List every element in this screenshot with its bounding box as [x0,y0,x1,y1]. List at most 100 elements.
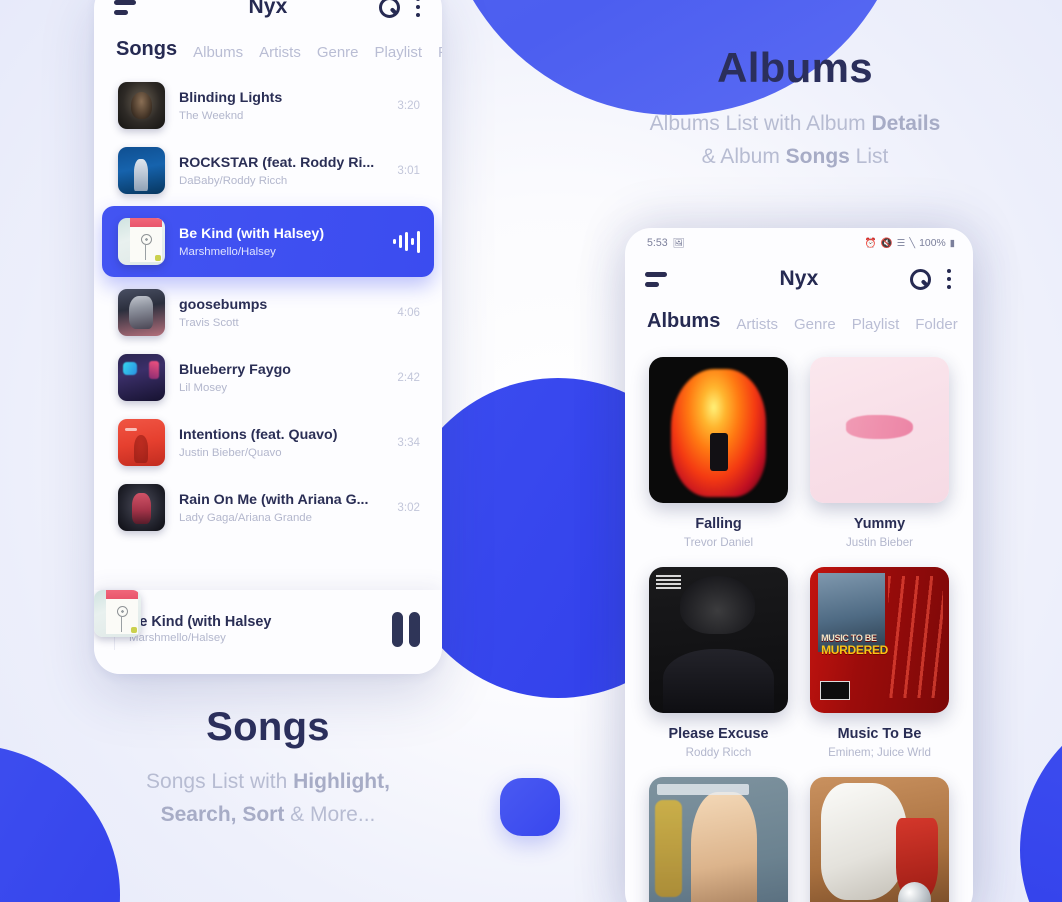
song-artwork [118,147,165,194]
kebab-menu-icon[interactable] [414,0,423,19]
song-artist: DaBaby/Roddy Ricch [179,174,288,187]
songs-appbar: Nyx [94,0,442,32]
song-artist: Justin Bieber/Quavo [179,446,282,459]
album-artist: Justin Bieber [845,536,914,549]
album-artwork-graphic [118,147,165,194]
song-duration: 3:02 [397,501,420,514]
song-duration: 3:34 [397,436,420,449]
caption-emphasis: Songs [785,144,850,168]
album-artwork-graphic [810,357,949,503]
decorative-rounded-square [500,778,560,836]
status-time: 5:53 [647,237,668,249]
pause-icon[interactable] [392,611,420,647]
caption-text: Albums List with Album [649,112,872,135]
album-card[interactable]: Please Excuse Roddy Ricch [649,567,788,759]
album-artwork-graphic [118,82,165,129]
album-card[interactable]: Falling Trevor Daniel [649,357,788,549]
now-playing-artist: Marshmello/Halsey [129,632,226,644]
albums-tab-bar[interactable]: AlbumsArtistsGenrePlaylistFolderI [625,304,973,343]
now-playing-bar[interactable]: Be Kind (with Halsey Marshmello/Halsey [94,590,442,674]
songs-caption-title: Songs [206,705,330,749]
album-artwork: MUSIC TO BE MURDERED [810,567,949,713]
song-title: Intentions (feat. Quavo) [179,427,338,444]
now-playing-title: Be Kind (with Halsey [129,614,272,630]
song-artwork [118,484,165,531]
album-card[interactable] [649,777,788,902]
albums-caption-title: Albums [717,44,873,91]
song-artist: Travis Scott [179,316,239,329]
album-artwork [649,567,788,713]
song-artist: Lil Mosey [179,381,228,394]
album-artwork-graphic [649,777,788,902]
kebab-menu-icon[interactable] [945,267,954,292]
album-artist: Roddy Ricch [685,746,752,759]
battery-icon: ▮ [949,237,955,249]
album-card[interactable]: MUSIC TO BE MURDERED Music To Be Eminem; Ju… [810,567,949,759]
album-artwork-graphic: MUSIC TO BE MURDERED [810,567,949,713]
songs-appbar-actions [378,0,423,19]
song-title: Be Kind (with Halsey) [179,226,325,243]
song-artwork [118,82,165,129]
song-row[interactable]: Blueberry Faygo Lil Mosey 2:42 [102,345,434,410]
wifi-icon: ☰ [896,237,906,249]
song-row[interactable]: Blinding Lights The Weeknd 3:20 [102,73,434,138]
tab-playlist[interactable]: Playlist [375,44,423,61]
equalizer-icon [392,230,420,253]
album-artwork [810,777,949,902]
caption-text: Songs List with [146,770,294,793]
album-artwork-graphic [118,484,165,531]
caption-emphasis: Highlight, [293,770,390,793]
song-artwork [118,419,165,466]
albums-phone-mockup: 5:53 🖼 ⏰ 🔇 ☰ ╲ 100% ▮ Nyx Albums Artists… [625,228,973,902]
disco-ball-graphic [897,882,931,902]
song-row[interactable]: Be Kind (with Halsey) Marshmello/Halsey [102,206,434,277]
song-meta: Rain On Me (with Ariana G... Lady Gaga/Ar… [179,491,376,523]
album-artwork [810,357,949,503]
album-artwork-graphic [649,567,788,713]
album-name: Music To Be [837,726,922,742]
search-icon[interactable] [909,269,931,290]
songs-phone-mockup: Nyx Songs Albums Artists Genre Playlist F Bli… [94,0,442,674]
songs-list[interactable]: Blinding Lights The Weeknd 3:20 ROCKSTAR (f… [94,71,442,540]
song-artist: The Weeknd [179,109,244,122]
album-card[interactable]: Yummy Justin Bieber [810,357,949,549]
parental-advisory-icon [655,572,681,589]
song-title: goosebumps [179,297,268,314]
album-artwork-graphic [118,289,165,336]
album-artwork-graphic [118,218,165,265]
tab-playlist[interactable]: Playlist [852,316,900,333]
song-meta: Blueberry Faygo Lil Mosey [179,361,376,393]
albums-caption: Albums Albums List with Album Details & … [600,44,990,173]
album-artwork-graphic [649,357,788,503]
album-name: Please Excuse [668,726,769,742]
tab-f[interactable]: F [438,44,442,61]
song-meta: Intentions (feat. Quavo) Justin Bieber/Qu… [179,426,376,458]
tab-songs[interactable]: Songs [116,38,177,61]
albums-grid[interactable]: Falling Trevor Daniel Yummy Justin Bieber Pl… [625,343,973,902]
mute-icon: 🔇 [880,237,893,249]
search-icon[interactable] [378,0,400,18]
caption-emphasis: Search, Sort [160,802,285,826]
song-duration: 4:06 [397,306,420,319]
tab-genre[interactable]: Genre [794,316,836,333]
songs-tab-bar[interactable]: Songs Albums Artists Genre Playlist F [94,32,442,71]
tab-albums[interactable]: Albums [193,44,243,61]
alarm-icon: ⏰ [864,237,877,249]
tab-artists[interactable]: Artists [736,316,778,333]
stem-graphic [144,243,147,260]
sticker-graphic [154,254,161,261]
song-row[interactable]: Rain On Me (with Ariana G... Lady Gaga/Ar… [102,475,434,540]
tab-folder[interactable]: Folder [915,316,958,333]
tab-genre[interactable]: Genre [317,44,359,61]
song-row[interactable]: Intentions (feat. Quavo) Justin Bieber/Qu… [102,410,434,475]
album-card[interactable] [810,777,949,902]
song-meta: goosebumps Travis Scott [179,296,376,328]
song-row[interactable]: goosebumps Travis Scott 4:06 [102,280,434,345]
tab-artists[interactable]: Artists [259,44,301,61]
now-playing-artwork [94,590,141,637]
song-row[interactable]: ROCKSTAR (feat. Roddy Ri... DaBaby/Roddy … [102,138,434,203]
album-artwork [649,357,788,503]
album-artwork-graphic [118,354,165,401]
tab-albums[interactable]: Albums [647,310,720,333]
song-title: Rain On Me (with Ariana G... [179,492,369,509]
